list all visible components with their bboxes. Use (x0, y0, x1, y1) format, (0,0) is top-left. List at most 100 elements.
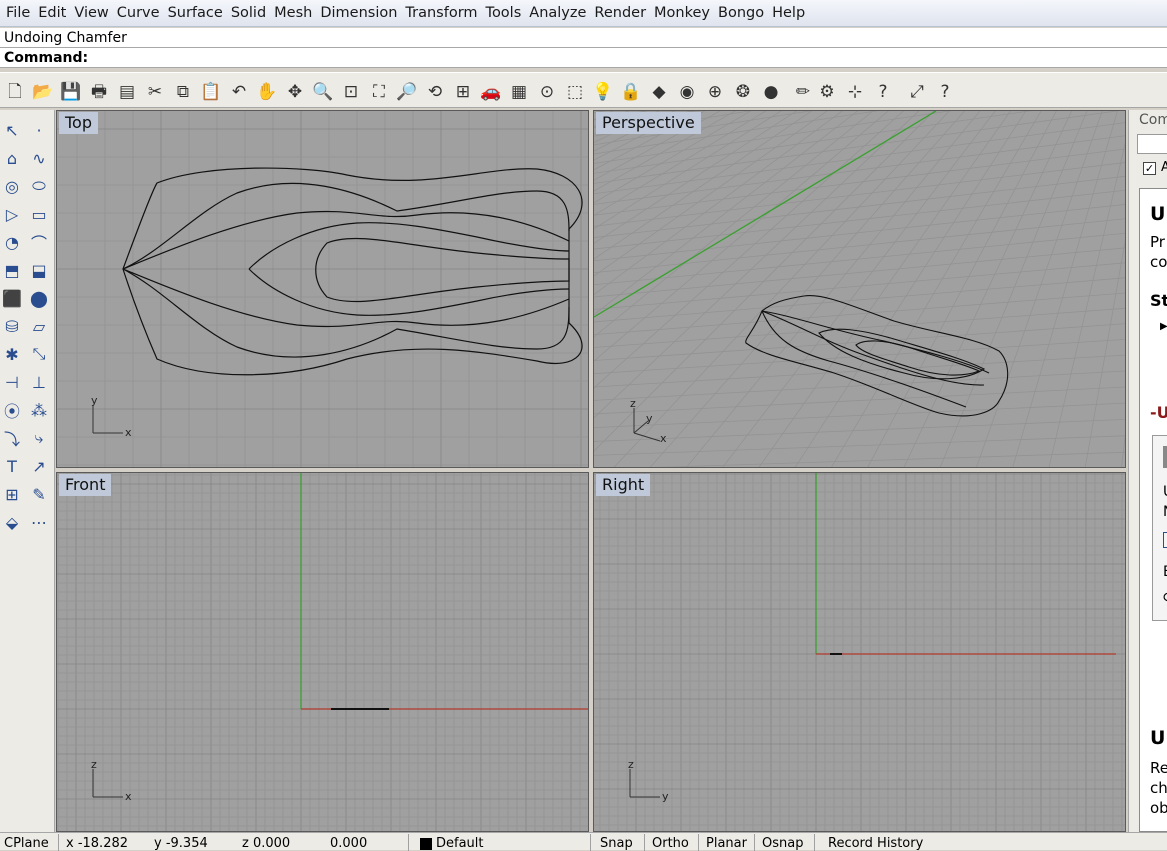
transform-icon[interactable]: ✱ (0, 342, 24, 366)
ellipse-icon[interactable]: ⬭ (27, 174, 51, 198)
menu-dimension[interactable]: Dimension (316, 5, 401, 21)
boolean-icon[interactable]: ⦿ (0, 398, 24, 422)
menu-edit[interactable]: Edit (34, 5, 70, 21)
menu-analyze[interactable]: Analyze (525, 5, 590, 21)
panel-input[interactable] (1137, 134, 1167, 154)
four-viewports-icon[interactable]: ⊞ (452, 81, 474, 103)
layer-icon[interactable]: ◆ (648, 81, 670, 103)
current-layer[interactable]: Default (436, 836, 484, 851)
copy-icon[interactable]: ⧉ (172, 81, 194, 103)
fillet-icon[interactable]: ⌒ (27, 230, 51, 254)
wireframe-sphere-icon[interactable]: ⊕ (704, 81, 726, 103)
viewport-title-top[interactable]: Top (59, 112, 98, 134)
pan-hand-icon[interactable]: ✋ (256, 81, 278, 103)
render-icon[interactable]: ✏ (792, 81, 814, 103)
rectangle-icon[interactable]: ▭ (27, 202, 51, 226)
menu-bongo[interactable]: Bongo (714, 5, 768, 21)
analyze-icon[interactable]: ⤢ (906, 81, 928, 103)
edit-points-icon[interactable]: ✎ (27, 482, 51, 506)
front-viewport-canvas[interactable]: x z (57, 473, 589, 832)
block-icon[interactable]: ⬙ (0, 510, 24, 534)
cplane-indicator[interactable]: CPlane (4, 836, 49, 851)
menu-mesh[interactable]: Mesh (270, 5, 316, 21)
viewport-title-front[interactable]: Front (59, 474, 112, 496)
expand-arrow-icon[interactable]: ▶ (1160, 321, 1167, 332)
point-icon[interactable]: ⊙ (536, 81, 558, 103)
lock-icon[interactable]: 🔒 (620, 81, 642, 103)
render-sphere-icon[interactable]: ● (760, 81, 782, 103)
scale-icon[interactable]: ⤡ (27, 342, 51, 366)
paste-icon[interactable]: 📋 (200, 81, 222, 103)
command-line[interactable]: Command: (0, 48, 1167, 68)
polygon-icon[interactable]: ▷ (0, 202, 24, 226)
offset-icon[interactable]: ⤵ (0, 426, 24, 450)
car-icon[interactable]: 🚗 (480, 81, 502, 103)
blend-icon[interactable]: ⤷ (27, 426, 51, 450)
perspective-viewport-canvas[interactable]: x y z (594, 111, 1126, 468)
front-viewport[interactable]: x z Front (56, 472, 589, 832)
select-points-icon[interactable]: ⬚ (564, 81, 586, 103)
circle-icon[interactable]: ◎ (0, 174, 24, 198)
zoom-extents-icon[interactable]: ⛶ (368, 81, 390, 103)
menu-tools[interactable]: Tools (482, 5, 526, 21)
menu-solid[interactable]: Solid (227, 5, 270, 21)
snap-toggle[interactable]: Snap (600, 836, 633, 851)
help-topic-icon[interactable]: ? (934, 81, 956, 103)
color-wheel-icon[interactable]: ◉ (676, 81, 698, 103)
osnap-toggle[interactable]: Osnap (762, 836, 803, 851)
dimension-icon[interactable]: ↗ (27, 454, 51, 478)
group-icon[interactable]: ⊞ (0, 482, 24, 506)
right-viewport[interactable]: y z Right (593, 472, 1126, 832)
print-icon[interactable]: 🖶 (88, 81, 110, 103)
save-icon[interactable]: 💾 (60, 81, 82, 103)
right-viewport-canvas[interactable]: y z (594, 473, 1126, 832)
options-gear-icon[interactable]: ⚙ (816, 81, 838, 103)
zoom-window-icon[interactable]: ⊡ (340, 81, 362, 103)
open-file-icon[interactable]: 📂 (32, 81, 54, 103)
top-viewport[interactable]: x y Top (56, 110, 589, 468)
panel-tab[interactable]: Com (1139, 112, 1167, 128)
sphere-icon[interactable]: ⬤ (27, 286, 51, 310)
menu-monkey[interactable]: Monkey (650, 5, 714, 21)
undo-icon[interactable]: ↶ (228, 81, 250, 103)
cylinder-icon[interactable]: ⛁ (0, 314, 24, 338)
help-option-box[interactable] (1163, 532, 1167, 548)
box-icon[interactable]: ⬛ (0, 286, 24, 310)
menu-transform[interactable]: Transform (401, 5, 481, 21)
menu-surface[interactable]: Surface (164, 5, 227, 21)
text-icon[interactable]: T (0, 454, 24, 478)
menu-file[interactable]: File (2, 5, 34, 21)
new-file-icon[interactable]: 🗋 (4, 81, 26, 103)
point-tool-icon[interactable]: · (27, 118, 51, 142)
grid-cplane-icon[interactable]: ▦ (508, 81, 530, 103)
record-history-toggle[interactable]: Record History (828, 836, 923, 851)
viewport-title-right[interactable]: Right (596, 474, 651, 496)
extrude-icon[interactable]: ⬓ (27, 258, 51, 282)
select-arrow-icon[interactable]: ↖ (0, 118, 24, 142)
ortho-toggle[interactable]: Ortho (652, 836, 689, 851)
menu-curve[interactable]: Curve (113, 5, 164, 21)
plane-icon[interactable]: ▱ (27, 314, 51, 338)
menu-render[interactable]: Render (590, 5, 650, 21)
surface-icon[interactable]: ⬒ (0, 258, 24, 282)
help-icon[interactable]: ? (872, 81, 894, 103)
dots-icon[interactable]: ⋯ (27, 510, 51, 534)
array-icon[interactable]: ⁂ (27, 398, 51, 422)
shaded-sphere-icon[interactable]: ❂ (732, 81, 754, 103)
perspective-viewport[interactable]: x y z Perspective (593, 110, 1126, 468)
split-icon[interactable]: ⊥ (27, 370, 51, 394)
menu-view[interactable]: View (70, 5, 112, 21)
planar-toggle[interactable]: Planar (706, 836, 747, 851)
zoom-selected-icon[interactable]: 🔎 (396, 81, 418, 103)
light-bulb-icon[interactable]: 💡 (592, 81, 614, 103)
arc-icon[interactable]: ◔ (0, 230, 24, 254)
cut-icon[interactable]: ✂ (144, 81, 166, 103)
undo-view-icon[interactable]: ⟲ (424, 81, 446, 103)
zoom-icon[interactable]: 🔍 (312, 81, 334, 103)
trim-icon[interactable]: ⊣ (0, 370, 24, 394)
menu-help[interactable]: Help (768, 5, 809, 21)
snap-grid-icon[interactable]: ⊹ (844, 81, 866, 103)
properties-icon[interactable]: ▤ (116, 81, 138, 103)
viewport-title-perspective[interactable]: Perspective (596, 112, 701, 134)
top-viewport-canvas[interactable]: x y (57, 111, 589, 468)
